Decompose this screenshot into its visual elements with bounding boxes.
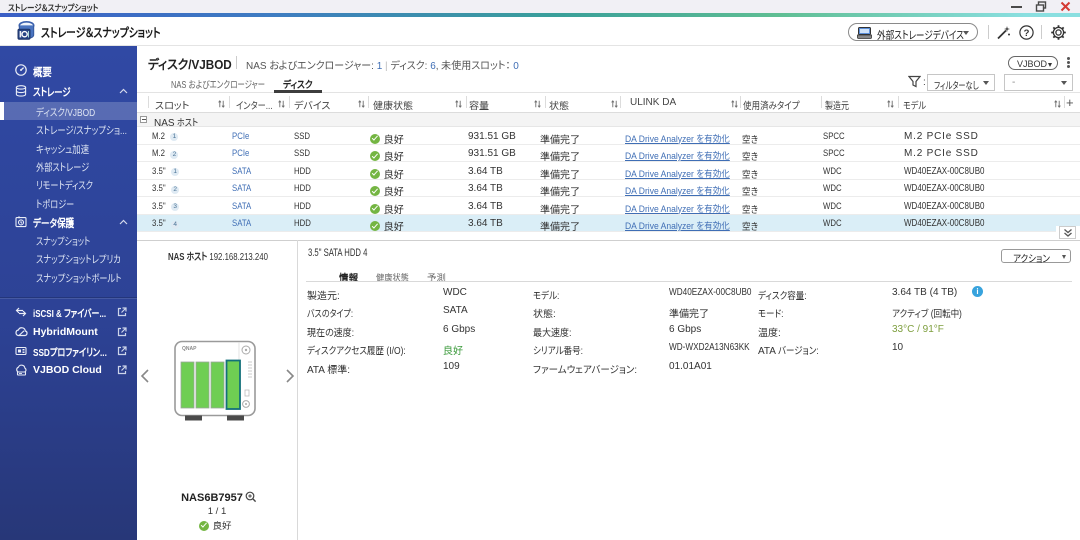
svg-text:?: ? <box>1024 28 1030 39</box>
svg-text:QNAP: QNAP <box>182 346 197 352</box>
